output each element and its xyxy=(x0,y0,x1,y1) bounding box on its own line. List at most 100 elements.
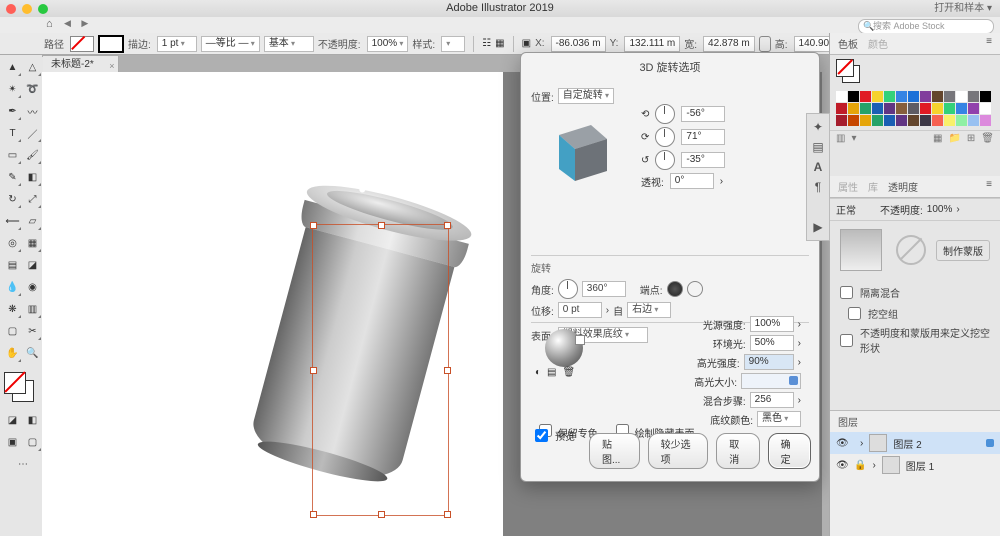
layer-row-2[interactable]: 👁 › 图层 2 xyxy=(830,432,1000,454)
artboard-tool[interactable]: ▢ xyxy=(2,321,23,342)
direct-selection-tool[interactable]: △ xyxy=(22,57,43,78)
opacity-field[interactable]: 100% xyxy=(367,36,409,52)
chev-icon[interactable]: › xyxy=(798,395,801,406)
home-icon[interactable]: ⌂ xyxy=(46,18,53,30)
screen-mode-icon[interactable]: ▢ xyxy=(22,432,43,453)
chevron-icon[interactable]: › xyxy=(606,305,609,316)
x-dial[interactable] xyxy=(655,104,675,124)
x-angle-field[interactable]: -56° xyxy=(681,106,725,122)
fill-box[interactable] xyxy=(4,372,26,394)
perspective-field[interactable]: 0° xyxy=(670,173,714,189)
swatch[interactable] xyxy=(848,91,859,102)
swatch[interactable] xyxy=(920,115,931,126)
chev-icon[interactable]: › xyxy=(798,319,801,330)
handle-tl[interactable] xyxy=(310,222,317,229)
fill-swatch[interactable] xyxy=(70,36,94,52)
preview-checkbox[interactable]: 预览 xyxy=(531,426,575,445)
blend-tool[interactable]: ◉ xyxy=(22,277,43,298)
draw-normal-icon[interactable]: ▣ xyxy=(2,432,23,453)
knockout-checkbox[interactable]: 挖空组 xyxy=(844,304,898,323)
play-icon[interactable]: ▶ xyxy=(813,220,822,234)
edit-toolbar-icon[interactable]: ⋯ xyxy=(2,454,44,475)
prop-tab[interactable]: 属性 xyxy=(838,179,858,194)
mac-traffic-lights[interactable] xyxy=(6,4,48,14)
handle-tr[interactable] xyxy=(444,222,451,229)
color-tab[interactable]: 颜色 xyxy=(868,36,888,51)
lib-tab[interactable]: 库 xyxy=(868,179,878,194)
document-tab[interactable]: 未标题-2* @ 66.67% (RGB/GPU 预览) × xyxy=(42,55,119,73)
chevron-right-icon[interactable]: › xyxy=(720,176,723,187)
swatch[interactable] xyxy=(860,115,871,126)
layer-name[interactable]: 图层 2 xyxy=(893,436,921,451)
curvature-tool[interactable]: 〰 xyxy=(22,101,43,122)
gradient-mode-icon[interactable]: ◧ xyxy=(22,410,43,431)
handle-tm[interactable] xyxy=(378,222,385,229)
swatch-lib-icon[interactable]: ▥ xyxy=(836,133,845,144)
swatch[interactable] xyxy=(896,91,907,102)
swatch[interactable] xyxy=(884,91,895,102)
layer-row-1[interactable]: 👁🔒› 图层 1 xyxy=(830,454,1000,476)
slider-knob[interactable] xyxy=(789,376,798,385)
target-icon[interactable] xyxy=(986,439,994,447)
handle-mr[interactable] xyxy=(444,367,451,374)
eraser-tool[interactable]: ◧ xyxy=(22,167,43,188)
swatch[interactable] xyxy=(848,115,859,126)
handle-ml[interactable] xyxy=(310,367,317,374)
paintbrush-tool[interactable]: 🖌 xyxy=(22,145,43,166)
swatch[interactable] xyxy=(908,103,919,114)
position-dropdown[interactable]: 自定旋转 xyxy=(558,88,614,104)
maximize-window-icon[interactable] xyxy=(38,4,48,14)
nav-arrows[interactable]: ◀ ▶ xyxy=(64,18,92,29)
swatch[interactable] xyxy=(968,103,979,114)
fill-stroke-control[interactable] xyxy=(4,372,34,402)
panel-menu-icon[interactable]: ≡ xyxy=(986,36,992,51)
mesh-tool[interactable]: ▤ xyxy=(2,255,23,276)
swatch[interactable] xyxy=(944,103,955,114)
make-mask-button[interactable]: 制作蒙版 xyxy=(936,240,990,261)
mask-thumb[interactable] xyxy=(896,235,926,265)
magic-wand-tool[interactable]: ✴ xyxy=(2,79,23,100)
visibility-icon[interactable]: 👁 xyxy=(836,460,848,471)
hand-tool[interactable]: ✋ xyxy=(2,343,23,364)
minimize-window-icon[interactable] xyxy=(22,4,32,14)
swatch[interactable] xyxy=(872,91,883,102)
eyedropper-tool[interactable]: 💧 xyxy=(2,277,23,298)
properties-icon[interactable]: ✦ xyxy=(813,120,823,134)
swatch[interactable] xyxy=(908,115,919,126)
new-group-icon[interactable]: 📁 xyxy=(948,133,960,144)
rotate-tool[interactable]: ↻ xyxy=(2,189,23,210)
character-icon[interactable]: A xyxy=(814,160,823,174)
swatch[interactable] xyxy=(980,103,991,114)
handle-br[interactable] xyxy=(444,511,451,518)
y-field[interactable]: 132.111 m xyxy=(624,36,680,52)
swatch[interactable] xyxy=(908,91,919,102)
shape-builder-tool[interactable]: ◎ xyxy=(2,233,23,254)
swatch[interactable] xyxy=(836,115,847,126)
chev-icon[interactable]: › xyxy=(956,204,959,215)
light-intensity-field[interactable]: 100% xyxy=(750,316,794,332)
swatch[interactable] xyxy=(896,103,907,114)
swatch[interactable] xyxy=(944,91,955,102)
ambient-field[interactable]: 50% xyxy=(750,335,794,351)
handle-bl[interactable] xyxy=(310,511,317,518)
line-tool[interactable]: ／ xyxy=(22,123,43,144)
symbol-sprayer-tool[interactable]: ❋ xyxy=(2,299,23,320)
back-light-icon[interactable]: ▤ xyxy=(547,367,556,378)
swatch[interactable] xyxy=(968,91,979,102)
cap-off-icon[interactable] xyxy=(687,281,703,297)
fewer-options-button[interactable]: 较少选项 xyxy=(648,433,709,469)
angle-field[interactable]: 360° xyxy=(582,281,626,297)
stroke-weight-field[interactable]: 1 pt xyxy=(157,36,197,52)
z-angle-field[interactable]: -35° xyxy=(681,152,725,168)
swatch[interactable] xyxy=(848,103,859,114)
3d-track-cube[interactable] xyxy=(541,115,615,189)
swatch[interactable] xyxy=(860,103,871,114)
disclosure-icon[interactable]: › xyxy=(860,438,863,449)
libraries-icon[interactable]: ▤ xyxy=(812,140,823,154)
swatch[interactable] xyxy=(932,103,943,114)
slice-tool[interactable]: ✂ xyxy=(22,321,43,342)
swatch[interactable] xyxy=(920,103,931,114)
new-swatch-icon[interactable]: ⊞ xyxy=(967,133,975,144)
zoom-tool[interactable]: 🔍 xyxy=(22,343,43,364)
map-art-button[interactable]: 贴图... xyxy=(589,433,640,469)
